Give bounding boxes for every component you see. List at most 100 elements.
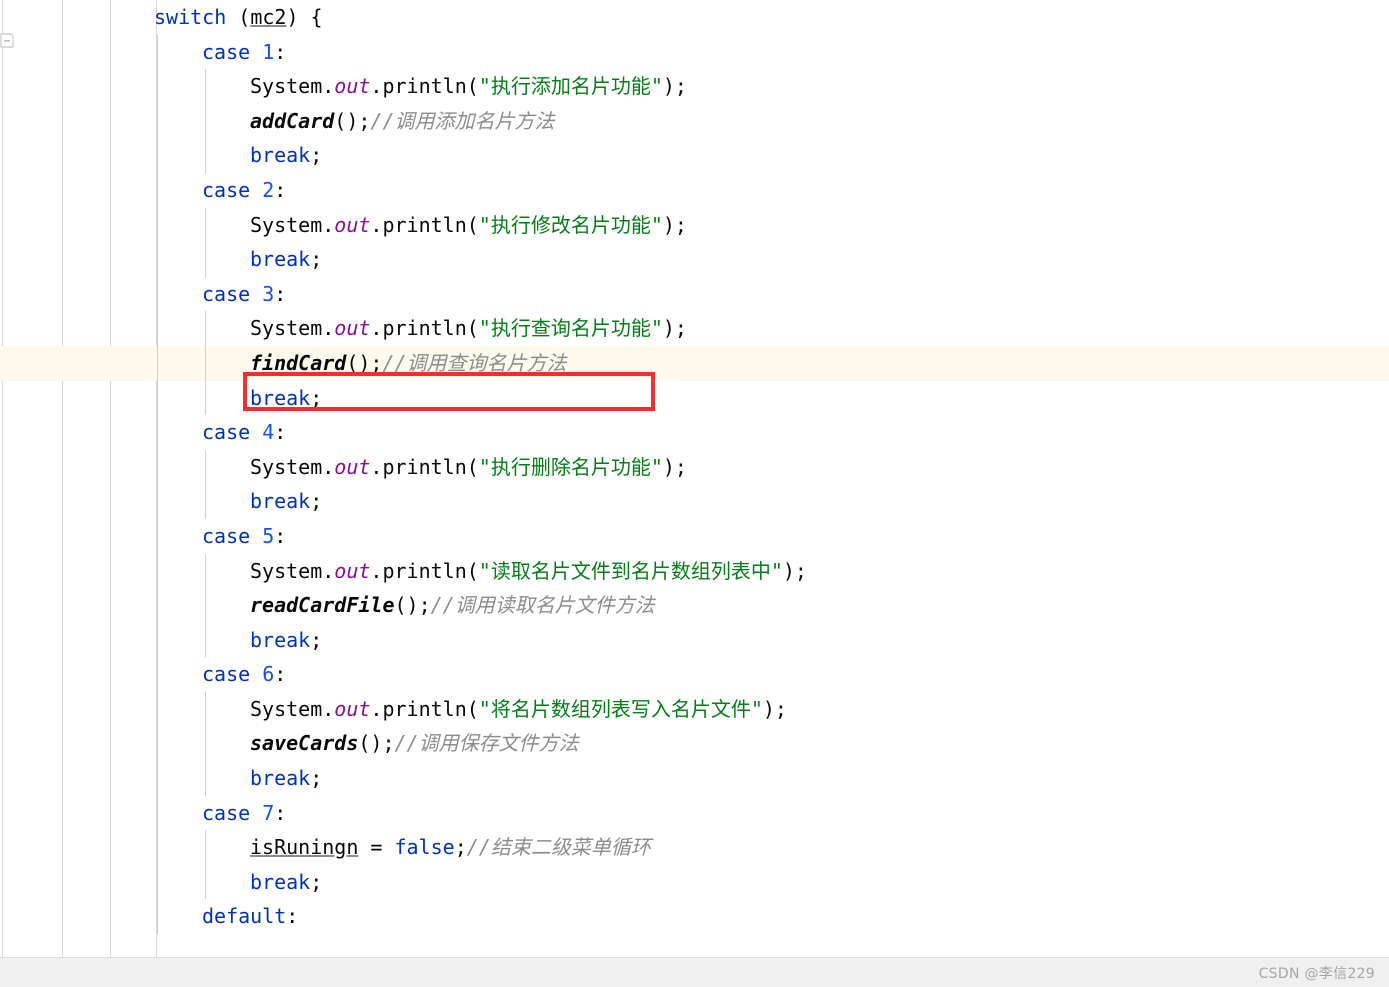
code-token: out	[334, 696, 371, 721]
code-token: :	[286, 904, 299, 929]
code-line-text: System.out.println("执行删除名片功能");	[250, 450, 687, 485]
indent-guide	[157, 830, 158, 865]
code-line-text: case 1:	[202, 35, 286, 70]
code-line[interactable]: findCard();//调用查询名片方法	[0, 345, 1389, 381]
indent-guide	[205, 761, 206, 796]
code-token: );	[782, 558, 807, 583]
indent-guide	[205, 138, 206, 173]
indent-guide	[157, 242, 158, 277]
code-line[interactable]: isRuningn = false;//结束二级菜单循环	[0, 830, 1389, 865]
code-token: case	[202, 420, 251, 445]
code-token: case	[202, 800, 251, 825]
indent-guide	[157, 380, 158, 416]
code-token: .println(	[370, 316, 479, 341]
code-token: //调用查询名片方法	[382, 350, 567, 375]
code-line[interactable]: break;	[0, 380, 1389, 416]
code-line[interactable]: case 4:	[0, 415, 1389, 450]
code-line[interactable]: break;	[0, 242, 1389, 277]
code-editor[interactable]: switch (mc2) {case 1: System.out.println(…	[0, 0, 1389, 957]
code-token: 7	[262, 800, 275, 825]
code-line-text: readCardFile();//调用读取名片文件方法	[250, 588, 655, 623]
indent-guide	[157, 138, 158, 173]
code-token: :	[274, 39, 287, 64]
code-token: ;	[310, 143, 323, 168]
code-line[interactable]: readCardFile();//调用读取名片文件方法	[0, 588, 1389, 623]
code-token: readCardFile	[250, 593, 395, 618]
fold-collapse-icon[interactable]	[0, 33, 14, 49]
code-line[interactable]: break;	[0, 761, 1389, 796]
code-token: System	[250, 74, 323, 99]
code-token: out	[334, 558, 371, 583]
code-line-text: System.out.println("执行添加名片功能");	[250, 69, 687, 104]
code-line[interactable]: System.out.println("将名片数组列表写入名片文件");	[0, 691, 1389, 727]
code-line-text: default:	[202, 899, 298, 934]
code-line[interactable]: System.out.println("执行修改名片功能");	[0, 207, 1389, 243]
code-line[interactable]: case 6:	[0, 657, 1389, 692]
code-line[interactable]: saveCards();//调用保存文件方法	[0, 726, 1389, 762]
indent-guide	[157, 588, 158, 623]
code-line[interactable]: break;	[0, 138, 1389, 173]
indent-guide	[157, 415, 158, 450]
code-line[interactable]: System.out.println("执行添加名片功能");	[0, 69, 1389, 104]
indent-guide	[157, 726, 158, 762]
indent-guide	[205, 103, 206, 139]
code-token: :	[274, 662, 287, 687]
code-token: //结束二级菜单循环	[466, 835, 651, 860]
code-line-text: break;	[250, 242, 322, 277]
code-token: out	[334, 316, 371, 341]
code-line-text: System.out.println("执行查询名片功能");	[250, 311, 687, 346]
code-token: .println(	[370, 74, 479, 99]
code-line[interactable]: case 5:	[0, 518, 1389, 554]
code-token: System	[250, 316, 323, 341]
code-line[interactable]: switch (mc2) {	[0, 0, 1389, 35]
code-line[interactable]: System.out.println("执行查询名片功能");	[0, 311, 1389, 346]
code-line-text: case 6:	[202, 657, 286, 692]
code-token: isRuningn	[250, 835, 359, 860]
code-line[interactable]: System.out.println("读取名片文件到名片数组列表中");	[0, 553, 1389, 589]
indent-guide	[157, 311, 158, 346]
code-token: .println(	[370, 696, 479, 721]
code-token: ) {	[286, 5, 323, 29]
code-line[interactable]: case 2:	[0, 172, 1389, 208]
code-token: .	[322, 74, 335, 99]
indent-guide	[205, 69, 206, 104]
code-line[interactable]: break;	[0, 622, 1389, 658]
code-line[interactable]: case 3:	[0, 276, 1389, 312]
code-lines-container[interactable]: switch (mc2) {case 1: System.out.println(…	[0, 0, 1389, 957]
indent-guide	[205, 691, 206, 727]
code-token: ();	[346, 350, 383, 375]
code-token: 2	[262, 177, 275, 202]
code-line[interactable]: default:	[0, 899, 1389, 935]
code-line-text: case 2:	[202, 173, 286, 208]
code-token: case	[202, 281, 251, 306]
code-token: "执行添加名片功能"	[478, 74, 663, 99]
code-line-text: case 3:	[202, 277, 286, 312]
code-line[interactable]: break;	[0, 484, 1389, 519]
code-line-text: case 5:	[202, 519, 286, 554]
code-token: findCard	[250, 350, 347, 375]
code-line[interactable]: break;	[0, 864, 1389, 900]
code-token: ();	[334, 108, 371, 133]
indent-guide	[157, 103, 158, 139]
code-token: .	[322, 696, 335, 721]
code-token: System	[250, 454, 323, 479]
code-token: ;	[454, 835, 467, 860]
code-line[interactable]: System.out.println("执行删除名片功能");	[0, 449, 1389, 485]
code-token: break	[250, 385, 311, 410]
code-line[interactable]: case 7:	[0, 795, 1389, 831]
code-token: break	[250, 489, 311, 514]
code-token: case	[202, 662, 251, 687]
indent-guide	[157, 553, 158, 589]
code-token: System	[250, 558, 323, 583]
code-line-text: System.out.println("执行修改名片功能");	[250, 208, 687, 243]
indent-guide	[157, 34, 158, 70]
code-line-text: break;	[250, 865, 322, 900]
indent-guide	[205, 622, 206, 658]
code-line[interactable]: addCard();//调用添加名片方法	[0, 103, 1389, 139]
code-token: 4	[262, 420, 275, 445]
code-token: .	[322, 212, 335, 237]
indent-guide	[157, 69, 158, 104]
code-line[interactable]: case 1:	[0, 34, 1389, 70]
